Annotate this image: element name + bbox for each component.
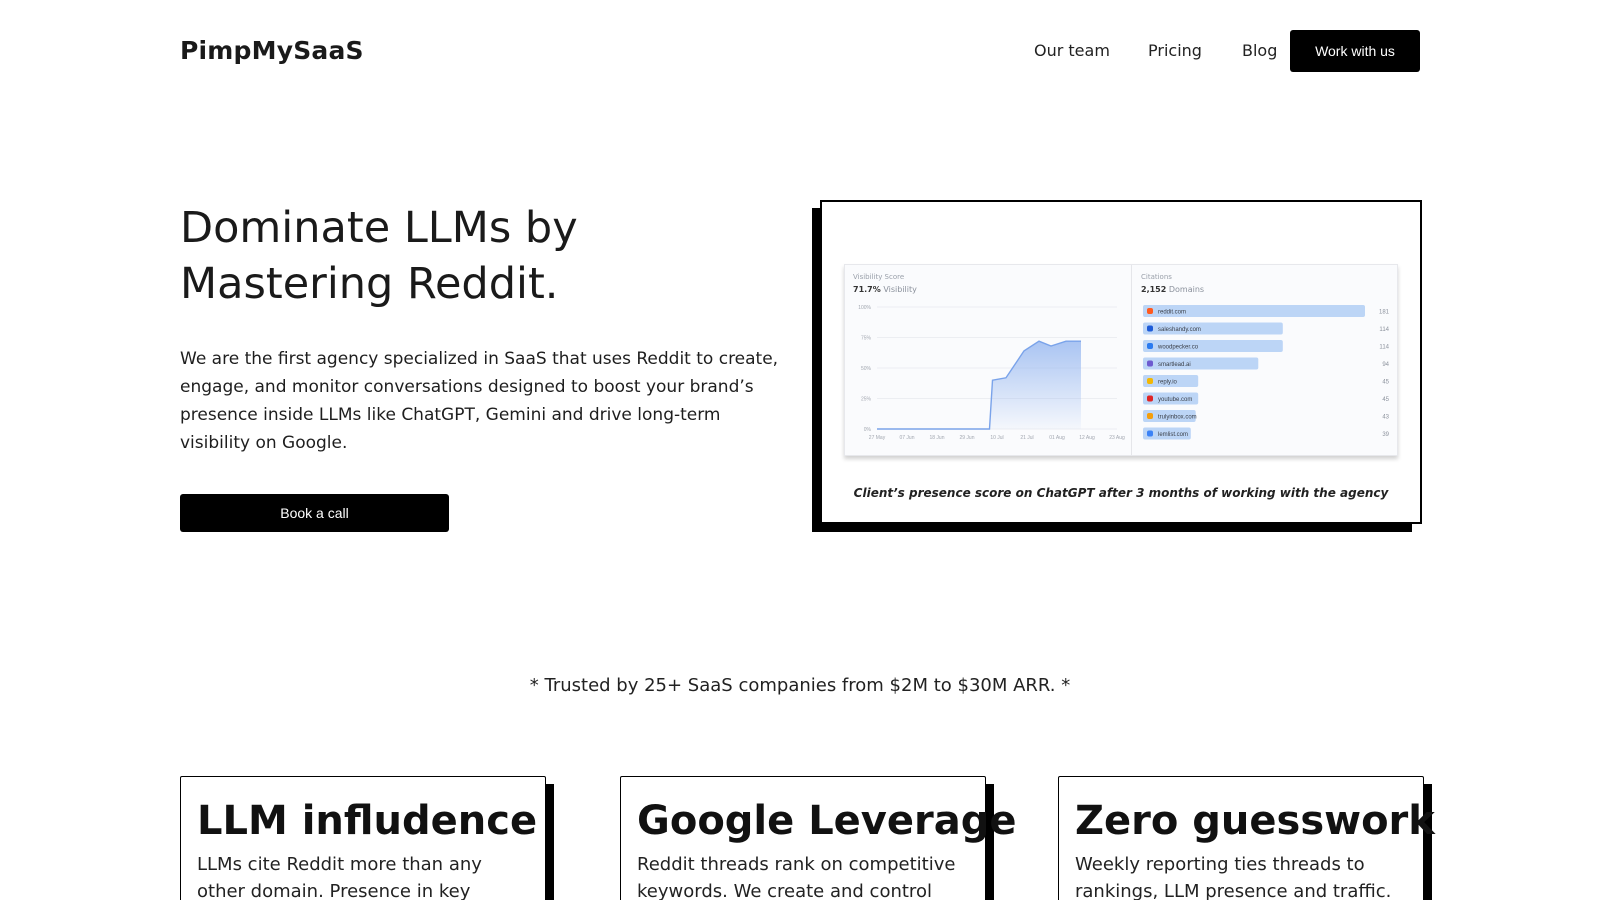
nav-link-pricing[interactable]: Pricing <box>1148 41 1202 60</box>
visibility-panel: Visibility Score 71.7% Visibility 0% 25% 5… <box>845 265 1132 455</box>
feature-text: Reddit threads rank on competitive keywo… <box>637 854 956 900</box>
x-tick-label: 23 Aug <box>1109 435 1125 441</box>
citation-bar-value: 39 <box>1382 432 1389 438</box>
feature-card-body: Zero guesswork Weekly reporting ties thr… <box>1058 776 1435 900</box>
domain-favicon-icon <box>1147 308 1153 314</box>
citation-bar-value: 43 <box>1382 415 1389 421</box>
feature-title: LLM infludence <box>197 798 538 844</box>
feature-card-body: LLM infludence LLMs cite Reddit more tha… <box>180 776 546 900</box>
feature-card-body: Google Leverage Reddit threads rank on c… <box>620 776 1017 900</box>
visibility-area <box>877 341 1081 429</box>
feature-card-zero-guesswork: Zero guesswork Weekly reporting ties thr… <box>1058 776 1435 900</box>
screenshot-caption: Client’s presence score on ChatGPT after… <box>853 486 1389 500</box>
visibility-chart: 0% 25% 50% 75% 100% 27 May 07 Jun 18 Jun 29 Jun 1… <box>858 305 1125 441</box>
citation-bar-label: reply.io <box>1158 380 1178 386</box>
hero-subtitle: We are the first agency specialized in S… <box>180 349 779 453</box>
feature-title: Google Leverage <box>637 798 1017 844</box>
feature-title: Zero guesswork <box>1075 798 1435 844</box>
citations-chart: reddit.com 181 saleshandy.com 114 woodpecker… <box>1143 305 1390 440</box>
citation-bar-value: 114 <box>1379 345 1389 351</box>
y-tick-label: 0% <box>864 427 872 433</box>
y-tick-label: 100% <box>858 305 871 311</box>
x-tick-label: 01 Aug <box>1049 435 1065 441</box>
citation-bar-value: 45 <box>1382 380 1389 386</box>
x-tick-label: 18 Jun <box>929 435 944 441</box>
citation-bar-label: reddit.com <box>1158 310 1186 316</box>
x-tick-label: 10 Jul <box>990 435 1003 441</box>
feature-card-llm-influence: LLM infludence LLMs cite Reddit more tha… <box>180 776 554 900</box>
citation-bar-label: trulyinbox.com <box>1158 415 1197 421</box>
citation-bar-label: woodpecker.co <box>1157 345 1199 351</box>
citation-bar-value: 94 <box>1382 362 1389 368</box>
citations-panel: Citations 2,152 Domains reddit.com 181 sal… <box>1133 265 1397 455</box>
domain-favicon-icon <box>1147 413 1153 419</box>
x-tick-label: 12 Aug <box>1079 435 1095 441</box>
domain-favicon-icon <box>1147 325 1153 332</box>
citation-bar-value: 45 <box>1382 397 1389 403</box>
trusted-by-text: * Trusted by 25+ SaaS companies from $2M… <box>529 675 1071 696</box>
x-tick-label: 21 Jul <box>1020 435 1033 441</box>
nav-link-blog[interactable]: Blog <box>1242 41 1277 60</box>
nav-link-our-team[interactable]: Our team <box>1034 41 1110 60</box>
feature-card-google-leverage: Google Leverage Reddit threads rank on c… <box>620 776 1017 900</box>
hero-title: Dominate LLMs by Mastering Reddit. <box>180 203 578 309</box>
feature-text: Weekly reporting ties threads to ranking… <box>1075 854 1392 900</box>
domain-favicon-icon <box>1147 378 1153 384</box>
feature-text: LLMs cite Reddit more than any other dom… <box>197 854 482 900</box>
brand-logo[interactable]: PimpMySaaS <box>180 36 364 65</box>
citation-bar-value: 114 <box>1379 327 1389 333</box>
domain-favicon-icon <box>1147 430 1153 437</box>
book-a-call-button[interactable]: Book a call <box>180 494 449 532</box>
citation-bar-value: 181 <box>1379 310 1390 316</box>
citation-bar-label: saleshandy.com <box>1158 327 1201 333</box>
x-tick-label: 29 Jun <box>959 435 974 441</box>
dashboard-image: Visibility Score 71.7% Visibility 0% 25% 5… <box>844 264 1398 456</box>
citation-bar-label: youtube.com <box>1158 397 1192 403</box>
top-nav: PimpMySaaS Our team Pricing Blog Work wi… <box>180 29 1420 73</box>
domain-favicon-icon <box>1147 395 1153 402</box>
screenshot-card: Visibility Score 71.7% Visibility 0% 25% 5… <box>820 200 1422 524</box>
work-with-us-button[interactable]: Work with us <box>1290 30 1420 72</box>
x-tick-label: 07 Jun <box>899 435 914 441</box>
domain-favicon-icon <box>1147 343 1153 349</box>
y-tick-label: 75% <box>861 336 872 342</box>
domain-favicon-icon <box>1147 360 1153 367</box>
x-tick-label: 27 May <box>869 435 886 441</box>
y-tick-label: 50% <box>861 366 872 372</box>
citation-bar-label: smartlead.ai <box>1158 362 1191 368</box>
citation-bar-label: lemlist.com <box>1158 432 1188 438</box>
y-tick-label: 25% <box>861 397 872 403</box>
